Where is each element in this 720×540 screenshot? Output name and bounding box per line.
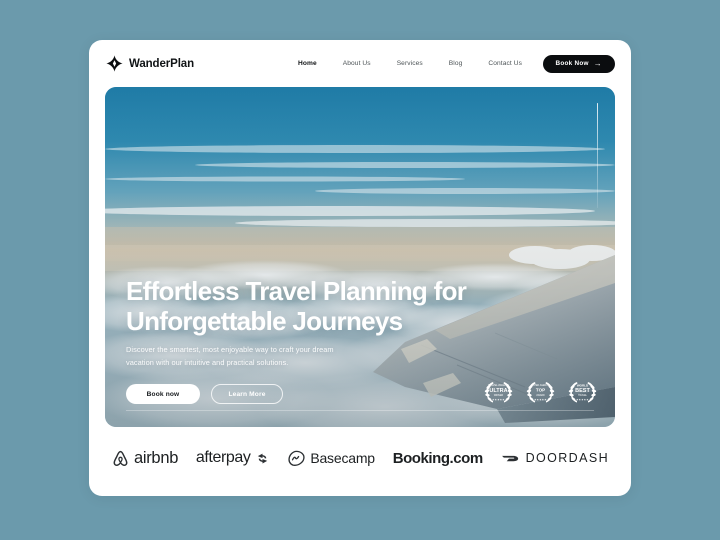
award-sub2: TRAVEL [578,394,587,397]
partner-logo-basecamp[interactable]: Basecamp [287,449,375,468]
award-sub2: WINNER [494,395,504,397]
book-now-label: Book Now [555,60,589,67]
award-stars: ★★★★★ [534,398,547,402]
partner-label-afterpay: afterpay [195,449,251,466]
hero-title-line-2: Unforgettable Journeys [126,305,403,336]
hero-subtitle: Discover the smartest, most enjoyable wa… [126,344,556,370]
site-card: WanderPlan Home About Us Services Blog C… [89,40,631,496]
award-title: ULTRA [489,388,507,394]
hero-scroll-indicator[interactable] [597,103,598,208]
doordash-swoosh-icon [501,455,518,461]
partner-logo-afterpay[interactable]: afterpay [196,449,270,467]
partner-label-booking-com: Booking.com [392,449,484,467]
basecamp-hill-icon [288,450,305,466]
hero-subtitle-line-2: vacation with our intuitive and practica… [126,358,289,368]
award-sub2: AWARD [536,394,545,397]
hero-divider [126,410,594,411]
award-badges: TRAVEL AWARDS ULTRA WINNER ★★★★★ RATED A… [482,379,599,405]
hero-title-line-1: Effortless Travel Planning for [126,275,467,306]
top-navigation: WanderPlan Home About Us Services Blog C… [89,40,631,87]
partner-label-airbnb: airbnb [134,448,179,467]
partner-logo-booking-com[interactable]: Booking.com [392,449,484,467]
nav-link-contact-us[interactable]: Contact Us [488,60,522,67]
afterpay-arrows-icon [257,453,267,463]
award-stars: ★★★★★ [576,398,589,402]
partner-label-basecamp: Basecamp [310,450,375,466]
nav-link-blog[interactable]: Blog [449,60,463,67]
brand-logo[interactable]: WanderPlan [106,55,194,72]
nav-link-services[interactable]: Services [397,60,423,67]
laurel-wreath-badge-icon: TRAVEL AWARDS ULTRA WINNER ★★★★★ [484,382,513,403]
airbnb-belo-icon [113,450,128,466]
nav-links: Home About Us Services Blog Contact Us [298,60,522,67]
award-sub1: TRAVEL AWARDS [488,384,509,387]
award-title: BEST [575,388,590,394]
laurel-wreath-badge-icon: RATED AGENCY TOP AWARD ★★★★★ [526,382,555,403]
partner-logo-strip: airbnb afterpay Basecamp Booking.com DOO… [105,438,615,478]
book-now-button[interactable]: Book Now → [542,54,615,73]
hero-section: Effortless Travel Planning for Unforgett… [105,87,615,427]
award-stars: ★★★★★ [492,398,505,402]
brand-name: WanderPlan [129,57,195,70]
partner-label-doordash: DOORDASH [525,451,609,465]
award-sub1: WORLD [577,384,589,388]
nav-link-home[interactable]: Home [298,60,317,67]
arrow-right-icon: → [593,58,602,68]
nav-link-about-us[interactable]: About Us [343,60,371,67]
laurel-wreath-badge-icon: WORLD BEST TRAVEL ★★★★★ [568,382,597,403]
award-title: TOP [536,388,545,393]
partner-logo-airbnb[interactable]: airbnb [111,449,178,468]
hero-title: Effortless Travel Planning for Unforgett… [126,276,556,336]
partner-logo-doordash[interactable]: DOORDASH [501,451,609,466]
hero-subtitle-line-1: Discover the smartest, most enjoyable wa… [126,345,334,355]
hero-learn-more-button[interactable]: Learn More [211,384,283,404]
compass-star-icon [106,55,123,72]
hero-book-now-button[interactable]: Book now [126,384,200,404]
